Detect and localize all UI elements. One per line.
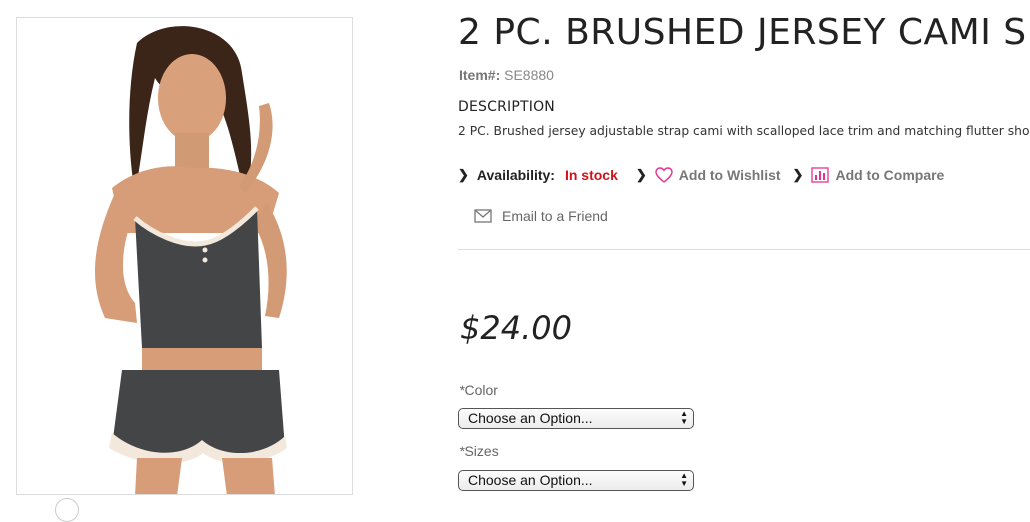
description-heading: DESCRIPTION <box>458 99 555 115</box>
compare-label: Add to Compare <box>835 167 945 183</box>
heart-icon <box>655 167 673 183</box>
select-arrows-icon: ▲ ▼ <box>680 471 688 488</box>
sizes-select[interactable]: Choose an Option... ▲ ▼ <box>458 470 694 491</box>
description-text: 2 PC. Brushed jersey adjustable strap ca… <box>458 124 1030 138</box>
sizes-label-text: Sizes <box>464 443 499 459</box>
email-label: Email to a Friend <box>502 208 608 224</box>
product-title: 2 PC. BRUSHED JERSEY CAMI SET <box>458 12 1030 53</box>
item-number-label: Item#: <box>459 67 501 83</box>
thumbnail-dot[interactable] <box>55 498 79 522</box>
color-label: *Color <box>459 382 498 398</box>
color-select[interactable]: Choose an Option... ▲ ▼ <box>458 408 694 429</box>
product-actions-row: ❯ Availability: In stock ❯ Add to Wishli… <box>458 165 956 185</box>
product-photo <box>17 18 352 494</box>
chevron-right-icon: ❯ <box>458 167 469 182</box>
product-image[interactable] <box>16 17 353 495</box>
wishlist-label: Add to Wishlist <box>678 167 781 183</box>
sizes-select-value: Choose an Option... <box>468 472 593 488</box>
chevron-right-icon: ❯ <box>792 167 804 182</box>
product-price: $24.00 <box>460 309 572 347</box>
select-arrows-icon: ▲ ▼ <box>680 409 688 426</box>
add-to-compare-link[interactable]: Add to Compare <box>811 167 944 183</box>
color-select-value: Choose an Option... <box>468 410 593 426</box>
bar-chart-icon <box>811 167 830 183</box>
availability-label: Availability: <box>476 167 555 183</box>
envelope-icon <box>474 209 492 223</box>
add-to-wishlist-link[interactable]: Add to Wishlist <box>655 167 781 183</box>
item-number: Item#: SE8880 <box>459 67 554 83</box>
item-number-value: SE8880 <box>504 67 554 83</box>
divider <box>458 249 1030 250</box>
sizes-label: *Sizes <box>459 443 499 459</box>
chevron-right-icon: ❯ <box>635 167 647 182</box>
availability-status: In stock <box>564 167 618 183</box>
color-label-text: Color <box>464 382 498 398</box>
email-friend-link[interactable]: Email to a Friend <box>474 208 608 224</box>
